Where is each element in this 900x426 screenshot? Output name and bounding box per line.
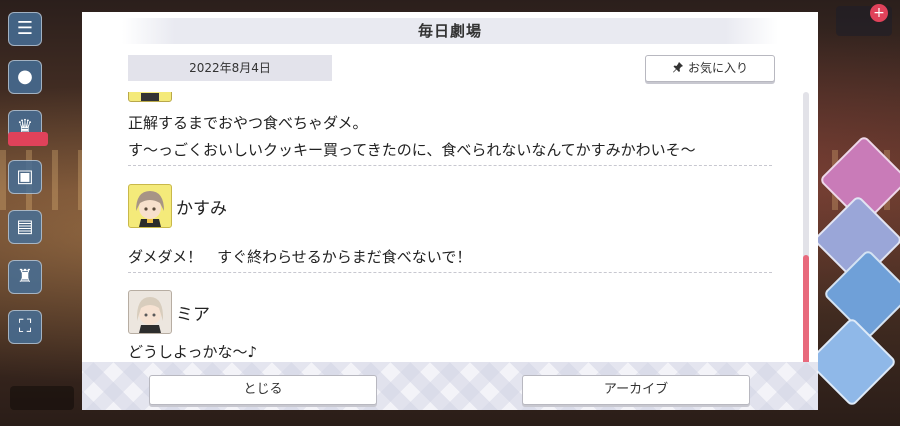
dialogue-line: 正解するまでおやつ食べちゃダメ。 (128, 114, 368, 132)
favorite-button[interactable]: お気に入り (645, 55, 775, 82)
plus-icon[interactable]: + (870, 4, 888, 22)
menu-icon[interactable]: ☰ (8, 12, 42, 46)
scrollbar-thumb[interactable] (803, 255, 809, 365)
dialogue-list[interactable]: 正解するまでおやつ食べちゃダメ。 す～っごくおいしいクッキー買ってきたのに、食べ… (128, 92, 772, 368)
scrollbar[interactable] (803, 92, 809, 368)
close-button[interactable]: とじる (149, 375, 377, 405)
speaker-name: かすみ (176, 199, 227, 219)
speaker-name: ミア (176, 305, 210, 325)
date-label: 2022年8月4日 (128, 55, 332, 81)
item-shortcut[interactable] (10, 386, 74, 410)
archive-button[interactable]: アーカイブ (522, 375, 750, 405)
favorite-label: お気に入り (687, 61, 748, 75)
chat-icon[interactable]: ● (8, 60, 42, 94)
divider (128, 165, 772, 166)
dialog-title: 毎日劇場 (417, 22, 482, 40)
event-tag[interactable] (8, 132, 48, 146)
daily-theater-dialog: 毎日劇場 2022年8月4日 お気に入り 正解するまでおやつ食べちゃダメ。 す～… (82, 12, 818, 410)
divider (128, 272, 772, 273)
dialogue-line: す～っごくおいしいクッキー買ってきたのに、食べられないなんてかすみかわいそ～ (128, 141, 696, 159)
cup-icon[interactable]: ♜ (8, 260, 42, 294)
avatar (128, 92, 172, 102)
dialogue-line: どうしよっかな～♪ (128, 343, 258, 361)
pin-icon (672, 56, 684, 81)
gift-icon[interactable]: ▣ (8, 160, 42, 194)
screen-icon[interactable]: ▤ (8, 210, 42, 244)
dialogue-line: ダメダメ！ すぐ終わらせるからまだ食べないで！ (128, 248, 472, 266)
kasumi-avatar (128, 184, 172, 228)
mia-avatar (128, 290, 172, 334)
fullscreen-icon[interactable]: ⛶ (8, 310, 42, 344)
